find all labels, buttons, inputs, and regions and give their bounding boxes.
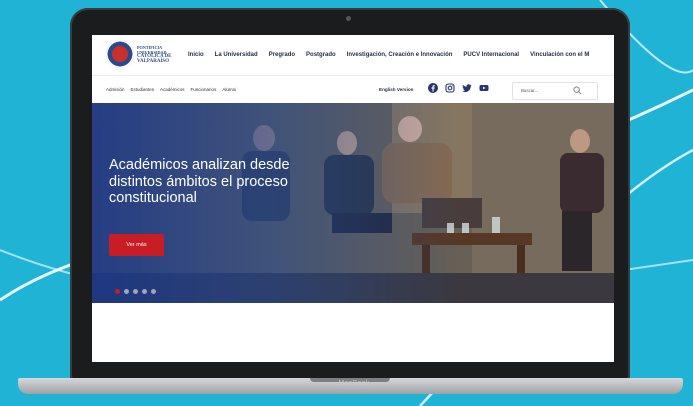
site-header: PONTIFICIA UNIVERSIDAD CATÓLICA DE VALPA… xyxy=(92,35,614,75)
subnav-item-alumni[interactable]: Alumni xyxy=(222,87,236,92)
slider-dots xyxy=(115,289,156,294)
facebook-icon[interactable] xyxy=(428,83,438,93)
english-version-link[interactable]: English Version xyxy=(379,87,413,92)
nav-item-investigacion[interactable]: Investigación, Creación e Innovación xyxy=(347,52,453,58)
subnav-item-academicos[interactable]: Académicos xyxy=(160,87,185,92)
hero-title[interactable]: Académicos analizan desde distintos ámbi… xyxy=(109,157,329,207)
nav-item-inicio[interactable]: Inicio xyxy=(188,52,204,58)
nav-item-pucv-internacional[interactable]: PUCV Internacional xyxy=(463,52,519,58)
logo-text: PONTIFICIA UNIVERSIDAD CATÓLICA DE VALPA… xyxy=(137,45,182,64)
subnav-item-admision[interactable]: Admisión xyxy=(106,87,125,92)
nav-item-la-universidad[interactable]: La Universidad xyxy=(215,52,258,58)
secondary-bar: Admisión Estudiantes Académicos Funciona… xyxy=(92,75,614,104)
university-logo[interactable]: PONTIFICIA UNIVERSIDAD CATÓLICA DE VALPA… xyxy=(106,40,176,70)
ver-mas-button[interactable]: Ver más xyxy=(109,234,164,256)
device-label: MacBook xyxy=(338,380,370,387)
nav-item-postgrado[interactable]: Postgrado xyxy=(306,52,336,58)
search-icon[interactable] xyxy=(573,86,582,95)
slider-dot-2[interactable] xyxy=(124,289,129,294)
nav-item-vinculacion[interactable]: Vinculación con el M xyxy=(530,52,589,58)
camera-icon xyxy=(346,16,351,21)
audience-navigation: Admisión Estudiantes Académicos Funciona… xyxy=(106,87,242,92)
hero-slider: Académicos analizan desde distintos ámbi… xyxy=(92,103,614,303)
social-links xyxy=(428,83,489,93)
browser-screen: PONTIFICIA UNIVERSIDAD CATÓLICA DE VALPA… xyxy=(92,35,614,362)
subnav-item-funcionarios[interactable]: Funcionarios xyxy=(191,87,217,92)
logo-line-4: VALPARAÍSO xyxy=(137,58,170,64)
slider-dot-3[interactable] xyxy=(133,289,138,294)
nav-item-pregrado[interactable]: Pregrado xyxy=(269,52,295,58)
search-box[interactable]: Buscar... xyxy=(512,82,598,100)
instagram-icon[interactable] xyxy=(445,83,455,93)
twitter-icon[interactable] xyxy=(462,83,472,93)
university-seal-icon xyxy=(106,40,134,68)
main-navigation: Inicio La Universidad Pregrado Postgrado… xyxy=(188,52,600,58)
slider-dot-4[interactable] xyxy=(142,289,147,294)
slider-dot-5[interactable] xyxy=(151,289,156,294)
youtube-icon[interactable] xyxy=(479,83,489,93)
search-input[interactable]: Buscar... xyxy=(521,88,538,93)
slider-dot-1[interactable] xyxy=(115,289,120,294)
subnav-item-estudiantes[interactable]: Estudiantes xyxy=(131,87,155,92)
